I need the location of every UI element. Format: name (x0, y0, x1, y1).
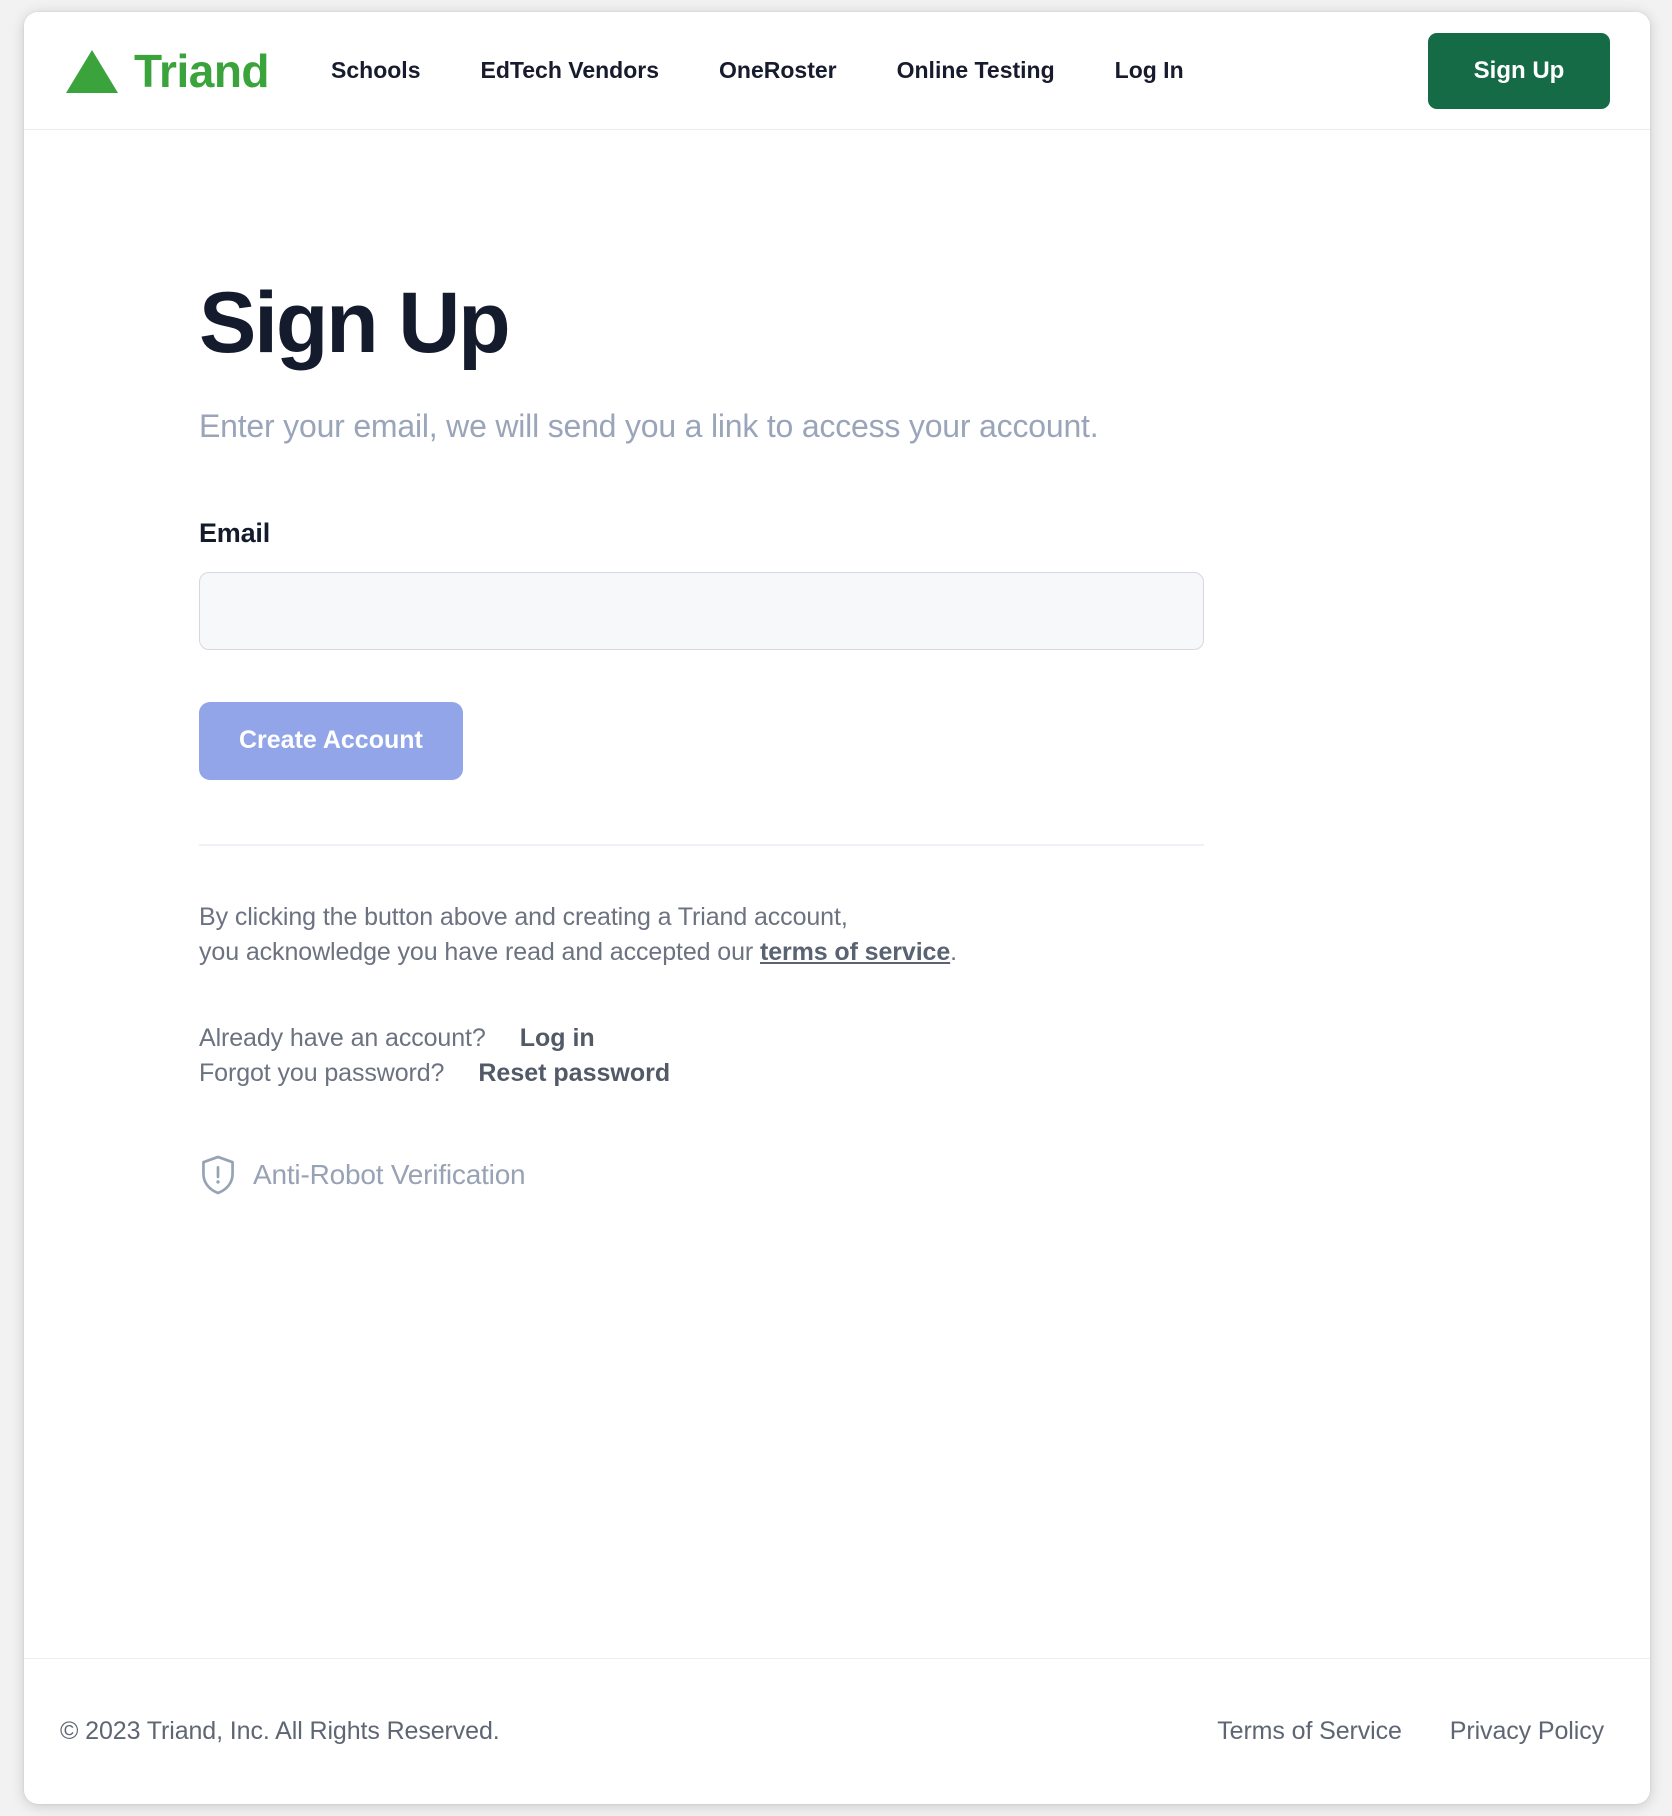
terms-line-2-prefix: you acknowledge you have read and accept… (199, 938, 760, 967)
form-divider (199, 843, 1204, 846)
account-row-login: Already have an account? Log in (199, 1021, 1209, 1057)
main-navigation: Schools EdTech Vendors OneRoster Online … (331, 32, 1610, 109)
forgot-password-label: Forgot you password? (199, 1059, 445, 1088)
nav-link-oneroster[interactable]: OneRoster (719, 47, 837, 94)
nav-link-online-testing[interactable]: Online Testing (897, 47, 1055, 94)
create-account-button[interactable]: Create Account (199, 701, 463, 780)
account-row-reset: Forgot you password? Reset password (199, 1056, 1209, 1092)
terms-line-2-suffix: . (950, 938, 958, 967)
brand-name: Triand (134, 44, 270, 97)
nav-link-schools[interactable]: Schools (331, 47, 420, 94)
screenshot-viewport: Triand Schools EdTech Vendors OneRoster … (0, 0, 1672, 1816)
nav-link-edtech-vendors[interactable]: EdTech Vendors (481, 47, 660, 94)
terms-acknowledgement: By clicking the button above and creatin… (199, 900, 1209, 971)
terms-of-service-link[interactable]: terms of service (760, 938, 950, 966)
copyright-text: © 2023 Triand, Inc. All Rights Reserved. (60, 1717, 500, 1745)
create-account-row: Create Account (199, 650, 1209, 780)
browser-page-card: Triand Schools EdTech Vendors OneRoster … (24, 12, 1650, 1804)
nav-link-log-in[interactable]: Log In (1115, 47, 1184, 94)
shield-exclamation-icon (202, 1155, 234, 1195)
brand-logo[interactable]: Triand (64, 44, 270, 97)
page-subtitle: Enter your email, we will send you a lin… (199, 407, 1099, 444)
triangle-icon (66, 49, 118, 93)
terms-line-1: By clicking the button above and creatin… (199, 902, 848, 931)
anti-robot-label: Anti-Robot Verification (253, 1158, 526, 1190)
footer-link-privacy-policy[interactable]: Privacy Policy (1450, 1717, 1604, 1746)
header-sign-up-button[interactable]: Sign Up (1428, 32, 1610, 109)
anti-robot-verification[interactable]: Anti-Robot Verification (199, 1154, 526, 1196)
main-content: Sign Up Enter your email, we will send y… (24, 130, 1650, 1658)
footer-links: Terms of Service Privacy Policy (1217, 1717, 1604, 1746)
email-label: Email (199, 517, 271, 548)
log-in-link[interactable]: Log in (520, 1021, 595, 1057)
site-footer: © 2023 Triand, Inc. All Rights Reserved.… (24, 1658, 1650, 1804)
email-input[interactable] (199, 571, 1204, 650)
signup-form: Sign Up Enter your email, we will send y… (199, 275, 1209, 1196)
reset-password-link[interactable]: Reset password (478, 1056, 670, 1092)
site-header: Triand Schools EdTech Vendors OneRoster … (24, 12, 1650, 130)
footer-link-terms-of-service[interactable]: Terms of Service (1217, 1717, 1402, 1746)
already-have-account-label: Already have an account? (199, 1023, 486, 1052)
page-title: Sign Up (199, 275, 511, 371)
account-help-links: Already have an account? Log in Forgot y… (199, 1021, 1209, 1092)
